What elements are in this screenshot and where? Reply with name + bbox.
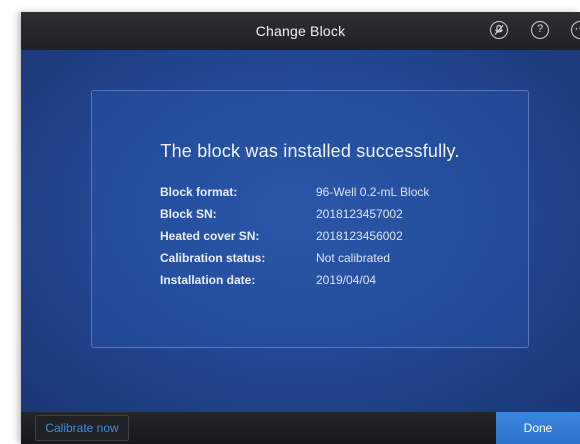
info-row-block-format: Block format: 96-Well 0.2-mL Block — [160, 181, 490, 203]
calibrate-now-button[interactable]: Calibrate now — [35, 415, 129, 441]
main-content: The block was installed successfully. Bl… — [21, 50, 580, 412]
info-value: Not calibrated — [316, 251, 391, 265]
info-label: Block SN: — [160, 207, 217, 221]
info-value: 2019/04/04 — [316, 273, 377, 287]
change-block-window: Change Block ? ⋯ The block was installed… — [21, 12, 580, 444]
info-row-calibration-status: Calibration status: Not calibrated — [160, 247, 490, 269]
install-summary-card: The block was installed successfully. Bl… — [91, 90, 529, 348]
info-value: 96-Well 0.2-mL Block — [316, 185, 430, 199]
info-value: 2018123456002 — [316, 229, 403, 243]
title-bar: Change Block ? ⋯ — [21, 12, 580, 50]
info-value: 2018123457002 — [316, 207, 403, 221]
info-row-heated-cover-sn: Heated cover SN: 2018123456002 — [160, 225, 490, 247]
done-button[interactable]: Done — [496, 412, 580, 444]
block-info-table: Block format: 96-Well 0.2-mL Block Block… — [160, 181, 490, 291]
info-label: Calibration status: — [160, 251, 266, 265]
info-row-installation-date: Installation date: 2019/04/04 — [160, 269, 490, 291]
success-message: The block was installed successfully. — [160, 141, 460, 161]
mute-icon[interactable] — [490, 21, 508, 39]
bottom-action-bar: Calibrate now Done — [21, 412, 580, 444]
info-label: Block format: — [160, 185, 238, 199]
help-icon[interactable]: ? — [531, 21, 549, 39]
info-label: Installation date: — [160, 273, 256, 287]
info-label: Heated cover SN: — [160, 229, 260, 243]
info-row-block-sn: Block SN: 2018123457002 — [160, 203, 490, 225]
